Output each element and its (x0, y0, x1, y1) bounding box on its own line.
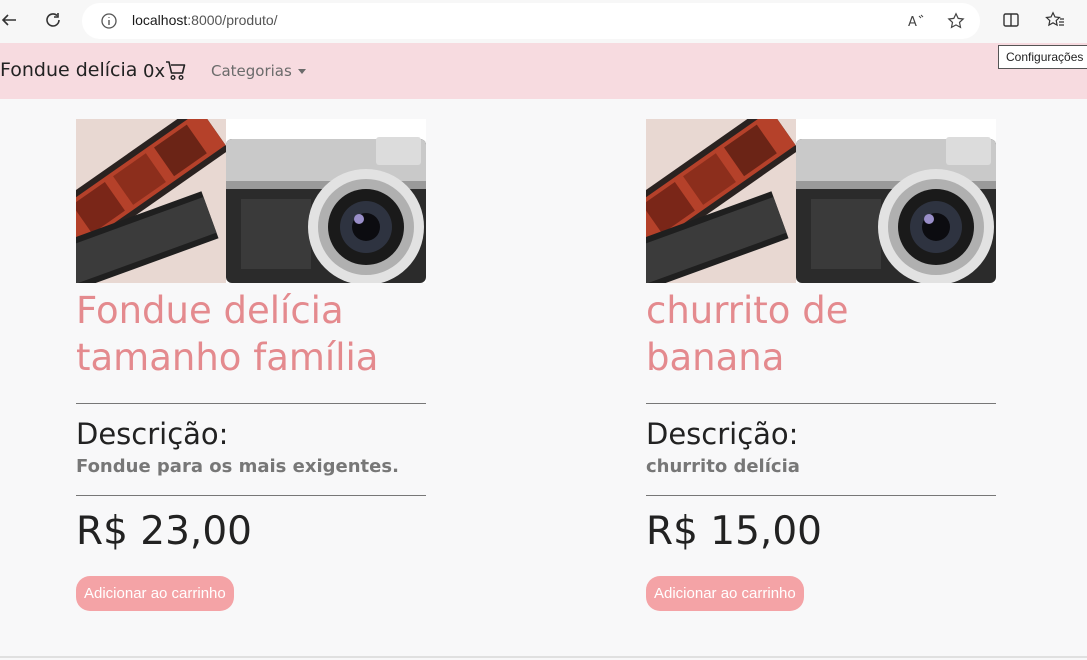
reload-button[interactable] (40, 7, 66, 33)
favorites-list-icon (1045, 11, 1064, 27)
product-price: R$ 23,00 (76, 509, 252, 554)
product-image (646, 119, 996, 283)
description-label: Descrição: (76, 417, 229, 451)
cart-link[interactable]: 0x (143, 60, 187, 82)
caret-down-icon (297, 68, 306, 74)
divider (646, 403, 996, 404)
page-bottom-border (0, 656, 1087, 658)
add-to-cart-button[interactable]: Adicionar ao carrinho (646, 576, 804, 611)
categories-label: Categorias (211, 62, 292, 80)
shopping-cart-icon (166, 61, 186, 80)
divider (646, 495, 996, 496)
address-bar[interactable]: localhost:8000/produto/ A (82, 3, 980, 39)
product-description: churrito delícia (646, 456, 800, 477)
site-info-icon[interactable] (100, 12, 118, 34)
product-card: churrito de banana Descrição: churrito d… (646, 119, 996, 611)
url-text[interactable]: localhost:8000/produto/ (132, 12, 278, 28)
divider (76, 403, 426, 404)
product-card: Fondue delícia tamanho família Descrição… (76, 119, 426, 611)
url-path: :8000/produto/ (187, 12, 278, 28)
browser-toolbar: localhost:8000/produto/ A (0, 0, 1087, 43)
settings-tooltip: Configurações e (998, 45, 1087, 69)
favorites-button[interactable] (1042, 7, 1068, 33)
back-arrow-icon (1, 14, 16, 26)
add-to-cart-button[interactable]: Adicionar ao carrinho (76, 576, 234, 611)
product-title: churrito de banana (646, 289, 849, 379)
product-description: Fondue para os mais exigentes. (76, 456, 399, 477)
svg-text:A: A (908, 15, 917, 30)
description-label: Descrição: (646, 417, 799, 451)
site-navbar: Fondue delícia 0x Categorias (0, 43, 1087, 99)
site-brand[interactable]: Fondue delícia (0, 59, 137, 81)
product-image (76, 119, 426, 283)
url-host: localhost (132, 12, 188, 28)
favorite-star-icon[interactable] (946, 11, 966, 31)
divider (76, 495, 426, 496)
cart-count: 0x (143, 60, 166, 82)
back-button[interactable] (0, 7, 22, 33)
reload-icon (46, 13, 60, 27)
split-screen-button[interactable] (998, 7, 1024, 33)
product-title: Fondue delícia tamanho família (76, 289, 379, 379)
product-price: R$ 15,00 (646, 509, 822, 554)
read-aloud-icon[interactable]: A (906, 11, 926, 31)
split-screen-icon (1003, 13, 1019, 27)
categories-dropdown[interactable]: Categorias (211, 62, 306, 80)
